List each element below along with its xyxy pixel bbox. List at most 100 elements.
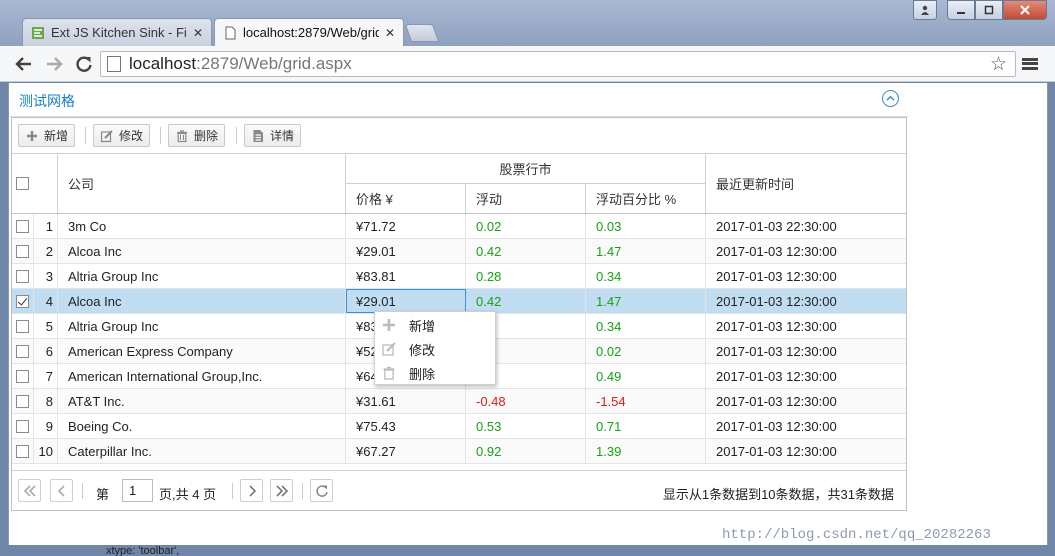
- last-updated-cell[interactable]: 2017-01-03 12:30:00: [706, 364, 906, 388]
- price-cell[interactable]: ¥71.72: [346, 214, 466, 238]
- next-page-icon[interactable]: [240, 479, 263, 502]
- row-checkbox-cell[interactable]: [12, 214, 34, 238]
- last-updated-cell[interactable]: 2017-01-03 12:30:00: [706, 264, 906, 288]
- last-updated-cell[interactable]: 2017-01-03 12:30:00: [706, 439, 906, 463]
- browser-menu-icon[interactable]: [1022, 54, 1038, 74]
- table-row[interactable]: 2 Alcoa Inc ¥29.01 0.42 1.47 2017-01-03 12:30…: [12, 239, 906, 264]
- row-number-cell[interactable]: 6: [34, 339, 58, 363]
- close-window-button[interactable]: [1003, 0, 1047, 20]
- minimize-button[interactable]: [947, 0, 975, 20]
- edit-button[interactable]: 修改: [93, 124, 151, 147]
- change-cell[interactable]: 0.02: [466, 214, 586, 238]
- pct-change-cell[interactable]: 0.03: [586, 214, 706, 238]
- row-number-cell[interactable]: 9: [34, 414, 58, 438]
- previous-page-icon[interactable]: [50, 479, 73, 502]
- row-number-cell[interactable]: 10: [34, 439, 58, 463]
- row-checkbox-cell[interactable]: [12, 439, 34, 463]
- change-cell[interactable]: 0.42: [466, 289, 586, 313]
- table-row[interactable]: 9 Boeing Co. ¥75.43 0.53 0.71 2017-01-03 12:3…: [12, 414, 906, 439]
- reload-icon[interactable]: [72, 52, 96, 76]
- change-cell[interactable]: -0.48: [466, 389, 586, 413]
- row-number-cell[interactable]: 7: [34, 364, 58, 388]
- last-updated-cell[interactable]: 2017-01-03 12:30:00: [706, 414, 906, 438]
- row-checkbox-cell[interactable]: [12, 389, 34, 413]
- row-checkbox[interactable]: [16, 244, 29, 258]
- browser-tab-grid[interactable]: localhost:2879/Web/grid.aspx ✕: [214, 18, 404, 46]
- pct-change-cell[interactable]: 1.39: [586, 439, 706, 463]
- forward-arrow-icon[interactable]: [42, 52, 66, 76]
- last-updated-cell[interactable]: 2017-01-03 12:30:00: [706, 289, 906, 313]
- refresh-icon[interactable]: [310, 479, 333, 502]
- table-row[interactable]: 3 Altria Group Inc ¥83.81 0.28 0.34 2017-01-0…: [12, 264, 906, 289]
- pct-change-cell[interactable]: 1.47: [586, 289, 706, 313]
- row-checkbox-cell[interactable]: [12, 289, 34, 313]
- tab-close-icon[interactable]: ✕: [193, 26, 203, 40]
- company-cell[interactable]: Boeing Co.: [58, 414, 346, 438]
- change-cell[interactable]: 0.92: [466, 439, 586, 463]
- price-cell[interactable]: ¥75.43: [346, 414, 466, 438]
- company-cell[interactable]: Alcoa Inc: [58, 239, 346, 263]
- row-checkbox[interactable]: [16, 294, 29, 308]
- context-menu-edit[interactable]: 修改: [375, 337, 495, 361]
- table-row[interactable]: 10 Caterpillar Inc. ¥67.27 0.92 1.39 2017-01-…: [12, 439, 906, 464]
- row-checkbox[interactable]: [16, 344, 29, 358]
- change-cell[interactable]: 0.28: [466, 264, 586, 288]
- row-number-cell[interactable]: 8: [34, 389, 58, 413]
- row-number-cell[interactable]: 1: [34, 214, 58, 238]
- pct-change-cell[interactable]: 1.47: [586, 239, 706, 263]
- company-cell[interactable]: Altria Group Inc: [58, 314, 346, 338]
- row-checkbox[interactable]: [16, 444, 29, 458]
- pct-change-cell[interactable]: 0.71: [586, 414, 706, 438]
- column-header-company[interactable]: 公司: [58, 154, 346, 213]
- price-cell[interactable]: ¥67.27: [346, 439, 466, 463]
- context-menu-add[interactable]: 新增: [375, 313, 495, 337]
- pct-change-cell[interactable]: 0.34: [586, 264, 706, 288]
- company-cell[interactable]: American Express Company: [58, 339, 346, 363]
- details-button[interactable]: 详情: [244, 124, 302, 147]
- page-number-input[interactable]: [122, 479, 153, 502]
- pct-change-cell[interactable]: 0.49: [586, 364, 706, 388]
- table-row[interactable]: 1 3m Co ¥71.72 0.02 0.03 2017-01-03 22:30:00: [12, 214, 906, 239]
- row-number-cell[interactable]: 3: [34, 264, 58, 288]
- select-all-checkbox[interactable]: [16, 177, 29, 190]
- price-cell[interactable]: ¥31.61: [346, 389, 466, 413]
- last-updated-cell[interactable]: 2017-01-03 12:30:00: [706, 339, 906, 363]
- table-row[interactable]: 8 AT&T Inc. ¥31.61 -0.48 -1.54 2017-01-03 12:…: [12, 389, 906, 414]
- price-cell[interactable]: ¥83.81: [346, 264, 466, 288]
- change-cell[interactable]: 0.42: [466, 239, 586, 263]
- pct-change-cell[interactable]: 0.34: [586, 314, 706, 338]
- row-number-cell[interactable]: 5: [34, 314, 58, 338]
- company-cell[interactable]: American International Group,Inc.: [58, 364, 346, 388]
- delete-button[interactable]: 删除: [168, 124, 226, 147]
- row-checkbox-cell[interactable]: [12, 339, 34, 363]
- column-header-last-updated[interactable]: 最近更新时间: [706, 154, 906, 213]
- back-arrow-icon[interactable]: [12, 52, 36, 76]
- row-checkbox-cell[interactable]: [12, 264, 34, 288]
- collapse-icon[interactable]: [882, 90, 899, 107]
- row-checkbox[interactable]: [16, 419, 29, 433]
- row-checkbox[interactable]: [16, 319, 29, 333]
- company-cell[interactable]: Caterpillar Inc.: [58, 439, 346, 463]
- browser-tab-kitchen-sink[interactable]: Ext JS Kitchen Sink - File ✕: [22, 18, 212, 46]
- last-updated-cell[interactable]: 2017-01-03 22:30:00: [706, 214, 906, 238]
- row-checkbox-cell[interactable]: [12, 364, 34, 388]
- company-cell[interactable]: 3m Co: [58, 214, 346, 238]
- row-checkbox-cell[interactable]: [12, 239, 34, 263]
- row-checkbox[interactable]: [16, 394, 29, 408]
- bookmark-star-icon[interactable]: ☆: [990, 53, 1007, 76]
- row-number-cell[interactable]: 2: [34, 239, 58, 263]
- last-updated-cell[interactable]: 2017-01-03 12:30:00: [706, 389, 906, 413]
- pct-change-cell[interactable]: 0.02: [586, 339, 706, 363]
- company-cell[interactable]: Altria Group Inc: [58, 264, 346, 288]
- maximize-button[interactable]: [975, 0, 1003, 20]
- address-bar[interactable]: localhost:2879/Web/grid.aspx ☆: [100, 51, 1016, 77]
- column-header-pct-change[interactable]: 浮动百分比 %: [586, 184, 706, 213]
- row-checkbox[interactable]: [16, 219, 29, 233]
- pct-change-cell[interactable]: -1.54: [586, 389, 706, 413]
- column-header-price[interactable]: 价格 ¥: [346, 184, 466, 213]
- first-page-icon[interactable]: [18, 479, 41, 502]
- change-cell[interactable]: 0.53: [466, 414, 586, 438]
- last-updated-cell[interactable]: 2017-01-03 12:30:00: [706, 239, 906, 263]
- last-updated-cell[interactable]: 2017-01-03 12:30:00: [706, 314, 906, 338]
- tab-close-icon[interactable]: ✕: [385, 26, 395, 40]
